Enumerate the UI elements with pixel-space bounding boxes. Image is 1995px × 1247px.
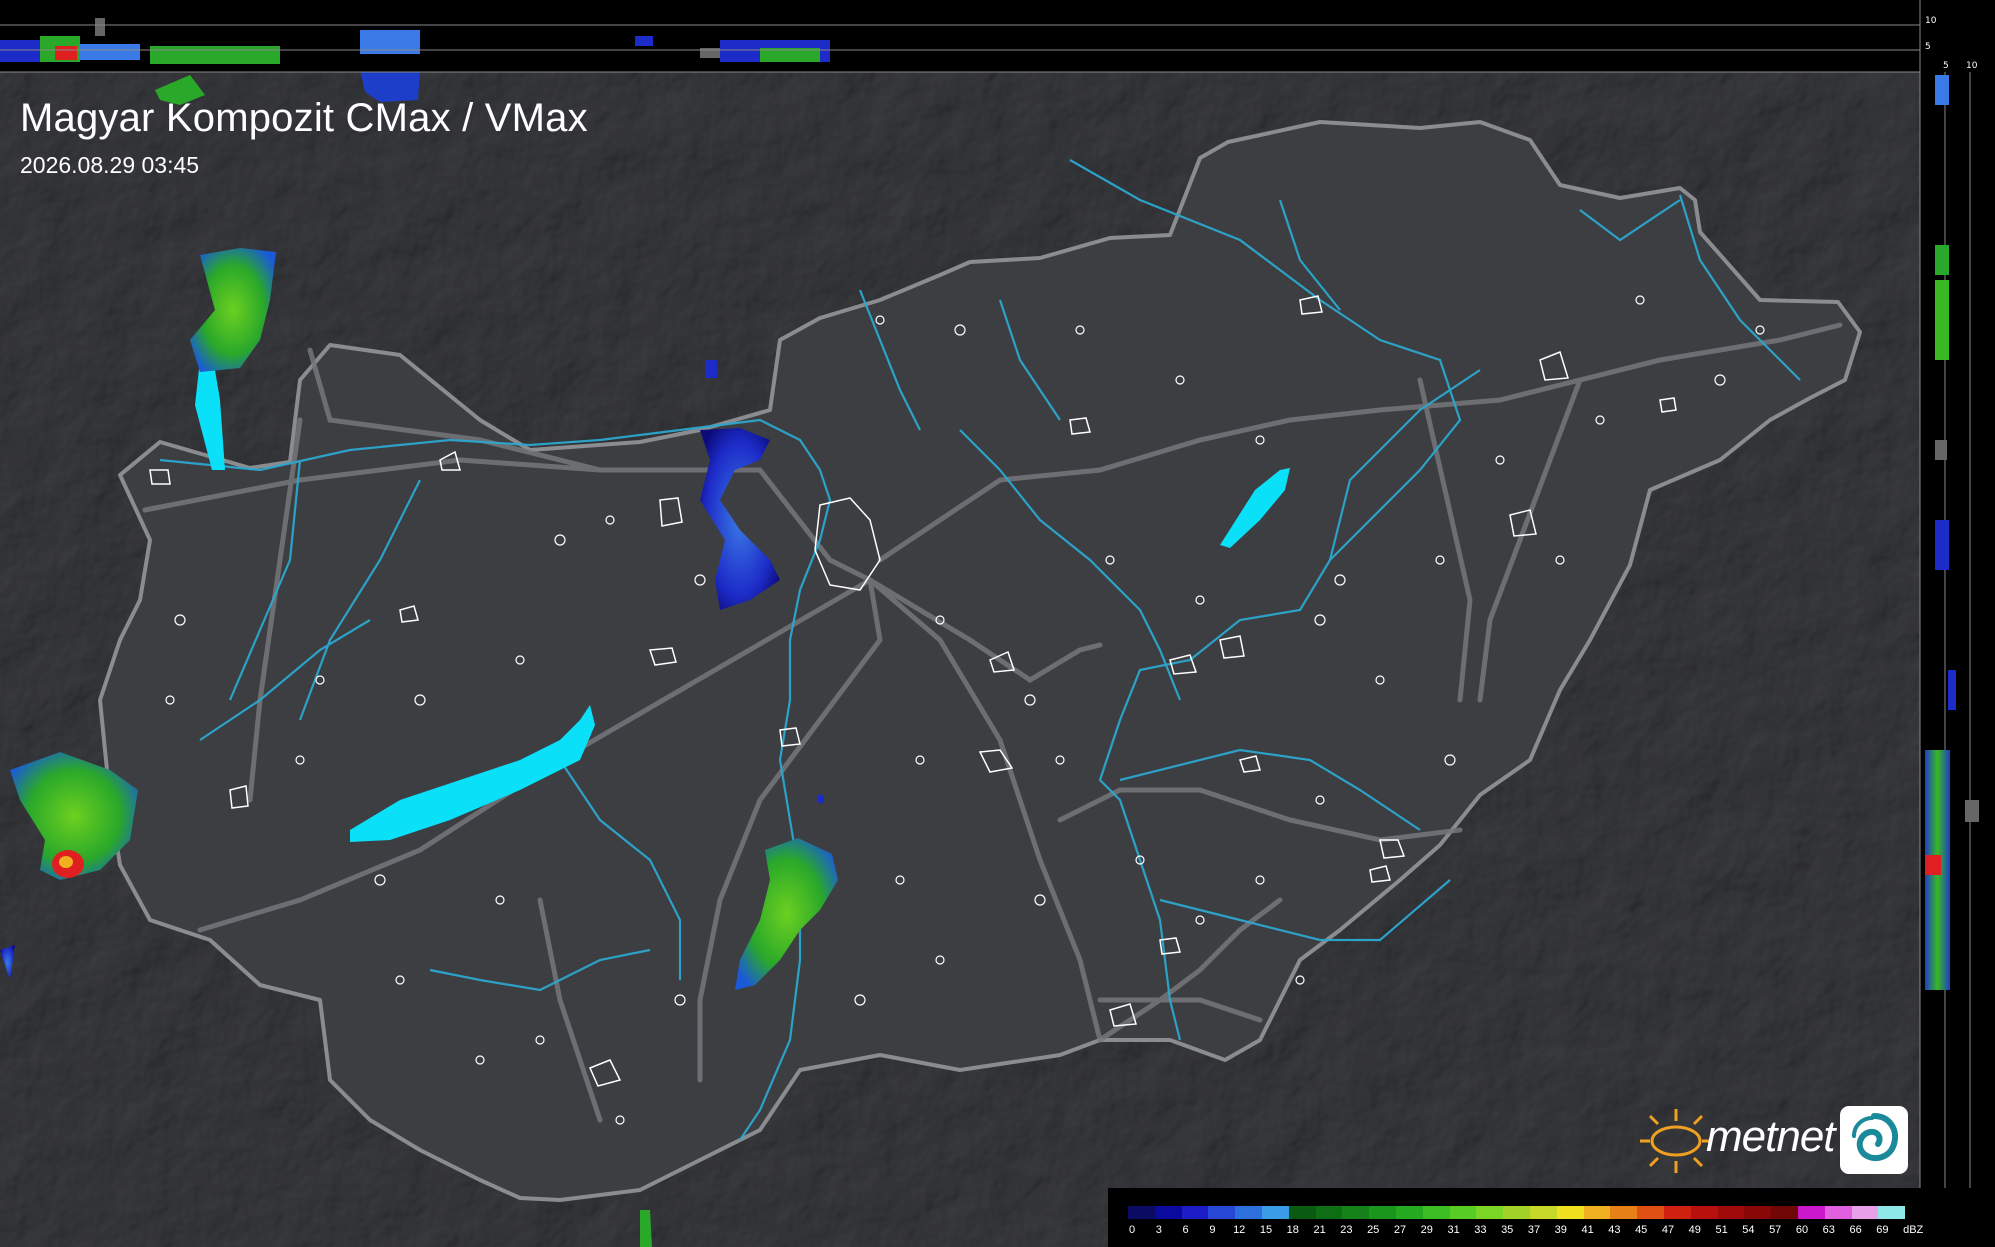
legend-swatch (1369, 1206, 1396, 1219)
legend-swatch (1315, 1206, 1343, 1219)
legend-level: 47 (1661, 1224, 1675, 1236)
legend-level: 41 (1581, 1224, 1594, 1236)
legend-level: 3 (1155, 1224, 1162, 1236)
right-tick-label: 5 (1943, 61, 1949, 71)
legend-level: 31 (1447, 1224, 1460, 1236)
map-canvas (0, 0, 1995, 1247)
legend-swatch (1637, 1206, 1664, 1219)
legend-swatch (1529, 1206, 1557, 1219)
legend-level: 6 (1182, 1224, 1189, 1236)
top-profile-panel (0, 0, 1920, 72)
legend-level: 35 (1501, 1224, 1514, 1236)
legend-level: 49 (1688, 1224, 1701, 1236)
legend-level: 57 (1769, 1224, 1782, 1236)
legend-level: 27 (1393, 1224, 1407, 1236)
legend-level: 15 (1259, 1224, 1273, 1236)
legend-unit: dBZ (1903, 1224, 1924, 1236)
top-tick-label: 10 (1925, 16, 1937, 26)
legend-level: 12 (1233, 1224, 1246, 1236)
legend-swatch (1288, 1206, 1316, 1219)
legend-swatch (1181, 1206, 1209, 1219)
legend-level: 51 (1715, 1224, 1728, 1236)
legend-swatch (1208, 1206, 1236, 1219)
legend-level: 23 (1340, 1224, 1353, 1236)
legend-level: 45 (1635, 1224, 1648, 1236)
legend-level: 33 (1474, 1224, 1487, 1236)
legend-swatch (1342, 1206, 1370, 1219)
legend-level: 25 (1367, 1224, 1380, 1236)
legend-level: 9 (1209, 1224, 1216, 1236)
legend-level: 60 (1795, 1224, 1809, 1236)
legend-color-bar (1128, 1206, 1906, 1219)
legend-swatch (1824, 1206, 1852, 1219)
legend-level: 63 (1822, 1224, 1835, 1236)
legend-swatch (1744, 1206, 1772, 1219)
legend-swatch (1583, 1206, 1611, 1219)
legend-swatch (1476, 1206, 1504, 1219)
legend-level: 29 (1420, 1224, 1433, 1236)
legend-level: 37 (1527, 1224, 1541, 1236)
brand-name: metnet (1706, 1112, 1836, 1161)
legend-level: 69 (1876, 1224, 1889, 1236)
legend-level: 21 (1313, 1224, 1326, 1236)
map-title: Magyar Kompozit CMax / VMax (20, 96, 588, 140)
legend-swatch (1797, 1206, 1825, 1219)
legend-swatch (1235, 1206, 1262, 1219)
legend-swatch (1690, 1206, 1718, 1219)
sun-icon (1640, 1109, 1712, 1173)
legend-swatch (1128, 1206, 1155, 1219)
legend-level: 18 (1286, 1224, 1299, 1236)
legend-level: 43 (1608, 1224, 1621, 1236)
legend-level: 0 (1128, 1224, 1136, 1236)
legend-swatch (1771, 1206, 1798, 1219)
legend-level: 54 (1742, 1224, 1755, 1236)
legend-level: 39 (1554, 1224, 1567, 1236)
right-tick-label: 10 (1966, 61, 1978, 71)
swirl-icon (1840, 1106, 1908, 1174)
legend-level: 66 (1849, 1224, 1862, 1236)
legend-swatch (1556, 1206, 1584, 1219)
legend-swatch (1851, 1206, 1879, 1219)
top-tick-label: 5 (1925, 42, 1931, 52)
legend-swatch (1503, 1206, 1530, 1219)
legend-swatch (1395, 1206, 1423, 1219)
legend-swatch (1422, 1206, 1450, 1219)
legend-swatch (1663, 1206, 1691, 1219)
legend-swatch (1610, 1206, 1638, 1219)
legend-swatch (1878, 1206, 1906, 1219)
timestamp: 2026.08.29 03:45 (20, 152, 200, 178)
legend-swatch (1261, 1206, 1289, 1219)
dbz-legend: 0 3 6 9 12 15 18 21 23 25 27 29 31 33 35 37 39 41 43 45 47 49… (1108, 1188, 1995, 1247)
radar-map: Magyar Kompozit CMax / VMax 2026.08.29 0… (0, 0, 1995, 1247)
brand-logo: metnet (1636, 1104, 1910, 1178)
legend-swatch (1717, 1206, 1745, 1219)
right-profile-panel (1920, 0, 1995, 1247)
legend-swatch (1449, 1206, 1477, 1219)
legend-swatch (1154, 1206, 1182, 1219)
